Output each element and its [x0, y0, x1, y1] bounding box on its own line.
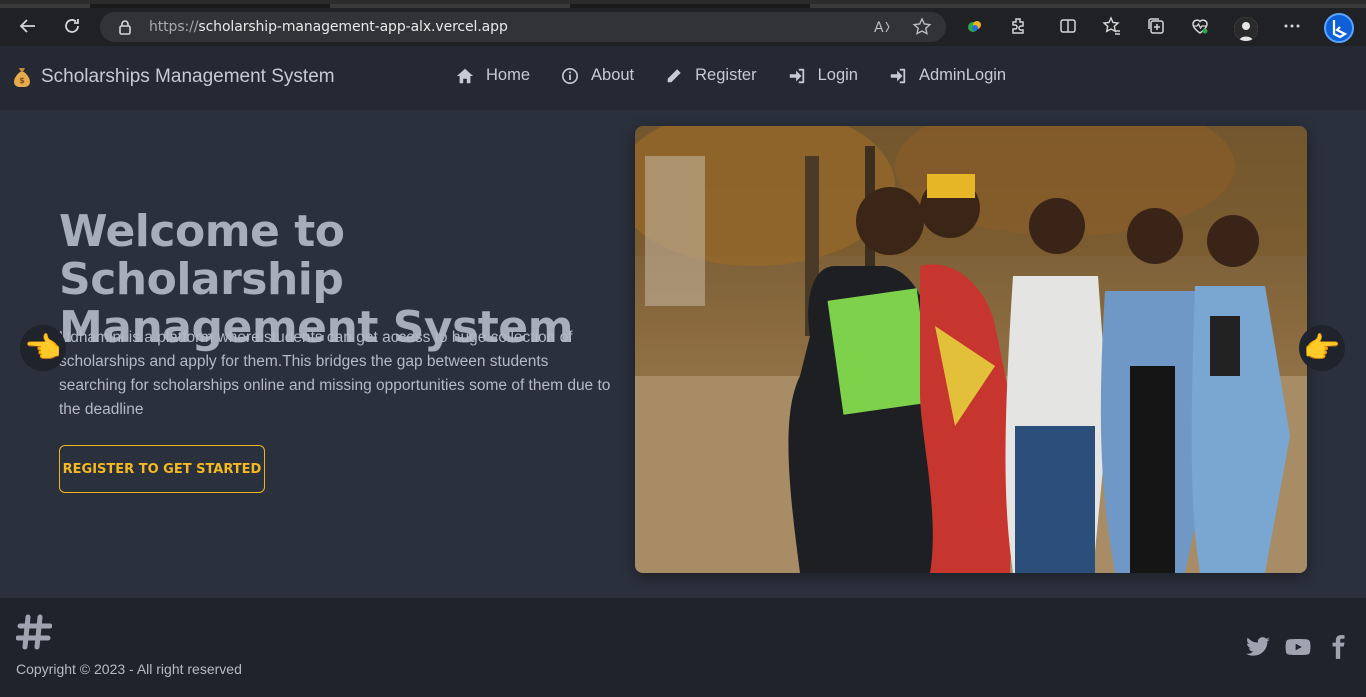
facebook-icon[interactable] — [1325, 634, 1351, 660]
twitter-icon[interactable] — [1245, 634, 1271, 660]
info-icon — [562, 67, 579, 84]
profile-avatar[interactable] — [1234, 17, 1258, 41]
performance-heart-icon[interactable] — [1188, 14, 1212, 38]
svg-text:$: $ — [19, 76, 25, 85]
nav-home-label: Home — [486, 66, 531, 84]
lock-icon — [119, 20, 131, 35]
nav-adminlogin[interactable]: AdminLogin — [889, 66, 1006, 85]
site-footer: Copyright © 2023 - All right reserved — [0, 598, 1366, 697]
hero-students-photo — [635, 126, 1307, 573]
back-icon[interactable] — [16, 14, 40, 38]
collections-icon[interactable] — [1144, 14, 1168, 38]
tab-strip — [0, 4, 1366, 8]
hero-description: Udhamini is a platform where students ca… — [59, 329, 611, 418]
copyright-text: Copyright © 2023 - All right reserved — [16, 661, 242, 677]
nav-login[interactable]: Login — [788, 66, 858, 85]
site-navbar: $ Scholarships Management System Home Ab… — [0, 46, 1366, 110]
carousel-next-button[interactable]: 👉 — [1299, 325, 1345, 371]
more-menu-icon[interactable] — [1280, 14, 1304, 38]
extensions-icon[interactable] — [1007, 14, 1031, 38]
brand-title: Scholarships Management System — [41, 66, 335, 87]
register-cta-button[interactable]: REGISTER TO GET STARTED — [59, 445, 265, 493]
nav-login-label: Login — [817, 66, 858, 84]
hashtag-logo-icon — [16, 614, 52, 650]
youtube-icon[interactable] — [1285, 634, 1311, 660]
home-icon — [456, 68, 474, 83]
url-text: https://scholarship-management-app-alx.v… — [149, 19, 508, 35]
split-screen-icon[interactable] — [1056, 14, 1080, 38]
nav-home[interactable]: Home — [456, 66, 530, 85]
nav-adminlogin-label: AdminLogin — [918, 66, 1007, 84]
sign-in-icon — [789, 68, 804, 83]
pencil-icon — [667, 68, 681, 82]
hero-section: Welcome to Scholarship Management System… — [0, 110, 1366, 598]
browser-toolbar: https://scholarship-management-app-alx.v… — [0, 0, 1366, 46]
nav-about[interactable]: About — [561, 66, 634, 85]
money-bag-icon: $ — [14, 68, 30, 87]
read-aloud-icon[interactable]: A — [872, 17, 892, 37]
nav-register-label: Register — [695, 66, 757, 84]
bing-chat-icon[interactable] — [1324, 13, 1354, 43]
nav-about-label: About — [591, 66, 635, 84]
main-nav: Home About Register Login AdminLogin — [456, 66, 1037, 85]
nav-register[interactable]: Register — [665, 66, 757, 85]
refresh-icon[interactable] — [60, 14, 84, 38]
carousel-prev-button[interactable]: 👈 — [20, 325, 66, 371]
favorite-star-icon[interactable] — [912, 17, 932, 37]
address-bar[interactable]: https://scholarship-management-app-alx.v… — [100, 12, 946, 42]
svg-text:A: A — [874, 20, 884, 36]
sign-in-icon — [890, 68, 906, 83]
brand[interactable]: $ Scholarships Management System — [12, 66, 335, 88]
favorites-icon[interactable] — [1100, 14, 1124, 38]
extension-colorful-icon[interactable] — [963, 14, 987, 38]
